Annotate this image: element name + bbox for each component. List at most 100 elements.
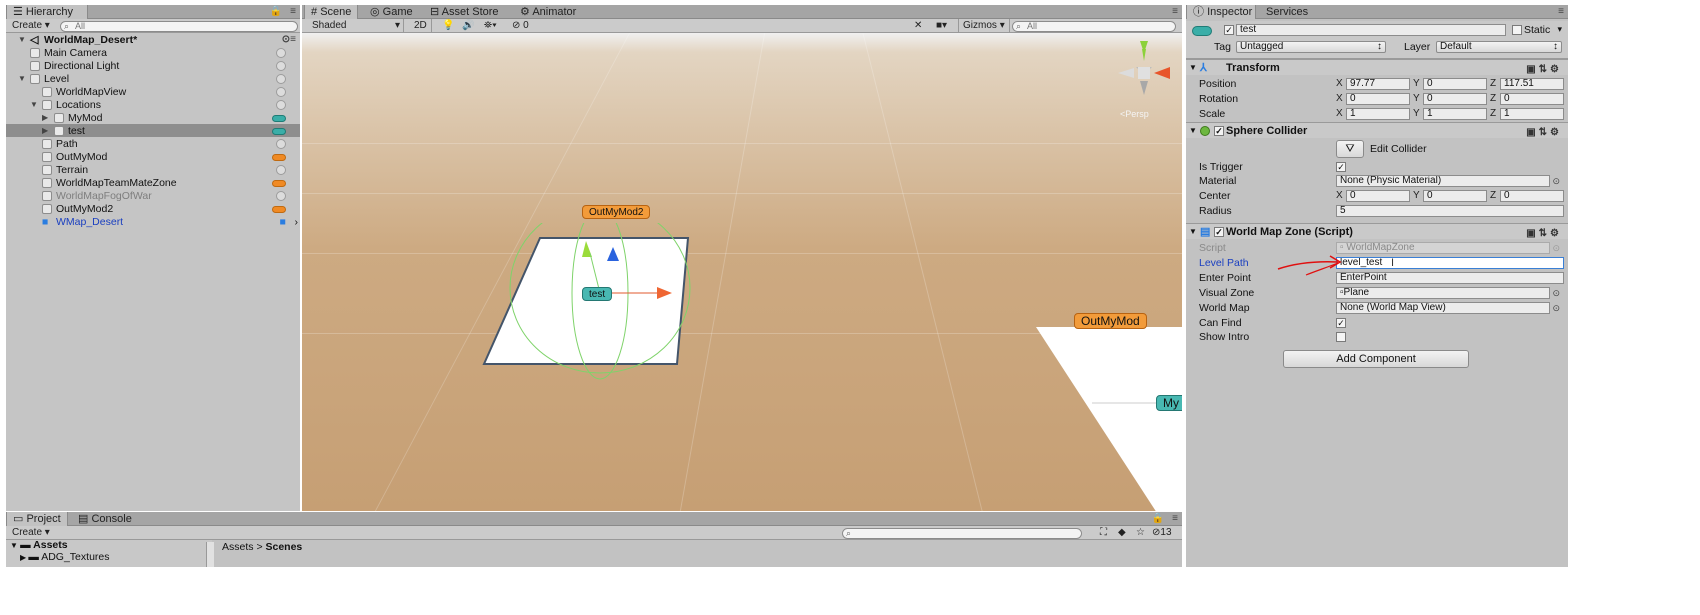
create-dropdown[interactable]: Create ▾	[8, 19, 54, 33]
object-picker-icon[interactable]: ⊙	[1552, 174, 1560, 188]
object-icon[interactable]	[1192, 26, 1212, 36]
tag-dropdown[interactable]: Untagged ↕	[1236, 41, 1386, 53]
fold-open-icon[interactable]: ▼	[1189, 60, 1197, 76]
tab-game[interactable]: ◎ Game	[364, 5, 419, 19]
gizmo-icon[interactable]	[272, 115, 286, 122]
world-map-zone-header[interactable]: ▼ ▤ ✓ World Map Zone (Script) ▣⇅⚙	[1186, 223, 1568, 239]
tab-project[interactable]: ▭ Project	[6, 512, 68, 526]
filter-type-icon[interactable]: ⛶	[1096, 526, 1111, 540]
transform-y-field[interactable]: 0	[1423, 78, 1487, 90]
panel-menu-icon[interactable]: ≡	[1172, 513, 1178, 524]
fold-open-icon[interactable]: ▼	[18, 72, 26, 86]
hierarchy-item[interactable]: Path	[6, 137, 300, 151]
edit-collider-button[interactable]: ⛛	[1336, 140, 1364, 158]
tab-scene[interactable]: # Scene	[304, 5, 358, 19]
hierarchy-item[interactable]: Main Camera	[6, 46, 300, 60]
filter-label-icon[interactable]: ◆	[1114, 526, 1130, 540]
hidden-count-icon[interactable]: ⊘ 0	[508, 19, 533, 33]
gizmos-dropdown[interactable]: Gizmos ▾	[958, 19, 1010, 33]
object-picker-icon[interactable]: ⊙	[1552, 286, 1560, 300]
visibility-dot-icon[interactable]	[276, 74, 286, 84]
scene-viewport[interactable]: OutMyMod2 test OutMyMod My <Persp	[302, 33, 1182, 511]
hierarchy-item[interactable]: ▶ test	[6, 124, 300, 138]
transform-x-field[interactable]: 1	[1346, 108, 1410, 120]
favorite-star-icon[interactable]: ☆	[1132, 526, 1149, 540]
hierarchy-item[interactable]: Directional Light	[6, 59, 300, 73]
enter-point-input[interactable]: EnterPoint	[1336, 272, 1564, 284]
scene-root-row[interactable]: ▼ ◁ WorldMap_Desert* ⊙≡	[6, 33, 300, 47]
static-checkbox[interactable]	[1512, 25, 1522, 35]
add-component-button[interactable]: Add Component	[1283, 350, 1469, 368]
visibility-dot-icon[interactable]	[276, 165, 286, 175]
selected-plane-gizmo[interactable]	[472, 223, 702, 383]
tab-animator[interactable]: ⚙ Animator	[514, 5, 582, 19]
visibility-dot-icon[interactable]	[276, 100, 286, 110]
chevron-right-icon[interactable]: ›	[295, 215, 299, 229]
gizmo-icon[interactable]	[272, 154, 286, 161]
transform-z-field[interactable]: 117.51	[1500, 78, 1564, 90]
transform-header[interactable]: ▼ ⅄ Transform ▣⇅⚙	[1186, 59, 1568, 75]
sphere-collider-header[interactable]: ▼ ✓ Sphere Collider ▣⇅⚙	[1186, 122, 1568, 138]
hierarchy-item[interactable]: WorldMapView	[6, 85, 300, 99]
lock-icon[interactable]: 🔒	[270, 6, 282, 17]
chevron-down-icon[interactable]: ▾	[1557, 24, 1562, 35]
hierarchy-prefab-item[interactable]: ■ WMap_Desert ■ ›	[6, 215, 300, 229]
is-trigger-checkbox[interactable]: ✓	[1336, 162, 1346, 172]
orientation-gizmo[interactable]	[1114, 39, 1174, 101]
object-picker-icon[interactable]: ⊙	[1552, 301, 1560, 315]
object-name-field[interactable]: test	[1236, 24, 1506, 36]
scene-menu-icon[interactable]: ⊙≡	[282, 33, 296, 47]
breadcrumb-current[interactable]: Scenes	[266, 541, 303, 553]
panel-menu-icon[interactable]: ≡	[290, 6, 296, 17]
hierarchy-item[interactable]: ▼ Locations	[6, 98, 300, 112]
center-x-field[interactable]: 0	[1346, 190, 1410, 202]
visibility-dot-icon[interactable]	[276, 191, 286, 201]
material-field[interactable]: None (Physic Material)	[1336, 175, 1550, 187]
component-enabled-checkbox[interactable]: ✓	[1214, 227, 1224, 237]
active-checkbox[interactable]: ✓	[1224, 25, 1234, 35]
effects-icon[interactable]: ⛯▾	[480, 19, 501, 33]
tab-console[interactable]: ▤ Console	[72, 512, 138, 526]
hierarchy-item[interactable]: WorldMapFogOfWar	[6, 189, 300, 203]
toggle-2d-button[interactable]: 2D	[410, 19, 432, 33]
shading-mode-dropdown[interactable]: Shaded ▾	[308, 19, 404, 33]
transform-x-field[interactable]: 0	[1346, 93, 1410, 105]
component-menu-icons[interactable]: ▣⇅⚙	[1526, 226, 1562, 242]
fold-open-icon[interactable]: ▼	[18, 33, 26, 47]
tab-hierarchy[interactable]: ☰ Hierarchy	[6, 5, 88, 19]
hierarchy-item[interactable]: OutMyMod2	[6, 202, 300, 216]
radius-field[interactable]: 5	[1336, 205, 1564, 217]
fold-open-icon[interactable]: ▼	[1189, 123, 1197, 139]
hidden-packages-icon[interactable]: ⊘13	[1148, 526, 1176, 540]
audio-icon[interactable]: 🔊	[458, 19, 478, 33]
hierarchy-item[interactable]: ▼ Level	[6, 72, 300, 86]
layer-dropdown[interactable]: Default ↕	[1436, 41, 1562, 53]
prefab-icon[interactable]: ■	[280, 215, 286, 229]
hierarchy-item[interactable]: WorldMapTeamMateZone	[6, 176, 300, 190]
visibility-dot-icon[interactable]	[276, 61, 286, 71]
perspective-label[interactable]: <Persp	[1120, 109, 1149, 119]
gizmo-icon[interactable]	[272, 128, 286, 135]
scrollbar[interactable]	[206, 542, 214, 567]
gizmo-icon[interactable]	[272, 206, 286, 213]
center-y-field[interactable]: 0	[1423, 190, 1487, 202]
hierarchy-search-input[interactable]: ⌕ All	[60, 21, 298, 32]
component-menu-icons[interactable]: ▣⇅⚙	[1526, 125, 1562, 141]
component-enabled-checkbox[interactable]: ✓	[1214, 126, 1224, 136]
visibility-dot-icon[interactable]	[276, 139, 286, 149]
lighting-icon[interactable]: 💡	[438, 19, 458, 33]
tools-icon[interactable]: ✕	[910, 19, 926, 33]
hierarchy-item[interactable]: Terrain	[6, 163, 300, 177]
fold-closed-icon[interactable]: ▶	[42, 111, 48, 125]
tree-item-adg-textures[interactable]: ▶ ▬ ADG_Textures	[20, 550, 110, 564]
scene-search-input[interactable]: ⌕ All	[1012, 21, 1176, 32]
world-map-field[interactable]: None (World Map View)	[1336, 302, 1550, 314]
hierarchy-item[interactable]: OutMyMod	[6, 150, 300, 164]
transform-x-field[interactable]: 97.77	[1346, 78, 1410, 90]
camera-icon[interactable]: ■▾	[932, 19, 951, 33]
fold-open-icon[interactable]: ▼	[30, 98, 38, 112]
visibility-dot-icon[interactable]	[276, 48, 286, 58]
gizmo-icon[interactable]	[272, 180, 286, 187]
center-z-field[interactable]: 0	[1500, 190, 1564, 202]
show-intro-checkbox[interactable]	[1336, 332, 1346, 342]
